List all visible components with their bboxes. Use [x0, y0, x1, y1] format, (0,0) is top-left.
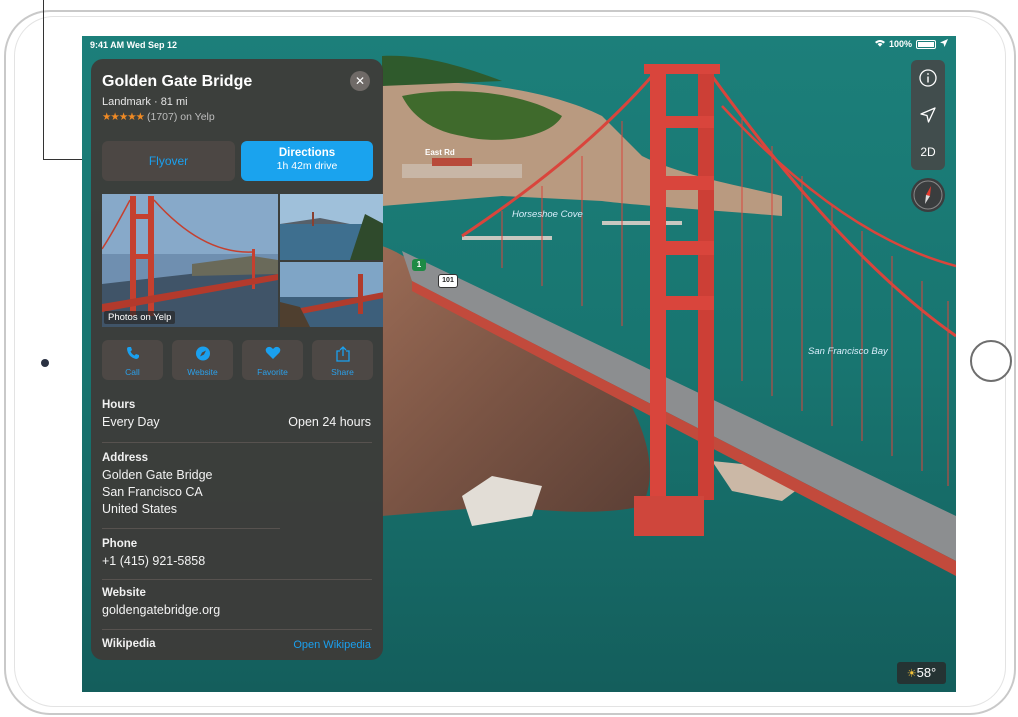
place-title: Golden Gate Bridge [102, 73, 253, 90]
dock [462, 236, 552, 240]
wifi-icon [874, 39, 885, 49]
buildings [402, 164, 522, 178]
directions-time: 1h 42m drive [276, 160, 338, 172]
rating-text[interactable]: (1707) on Yelp [147, 111, 215, 123]
call-label: Call [125, 367, 140, 377]
phone-icon [126, 347, 139, 359]
heart-icon [265, 346, 280, 359]
map-label-san-francisco-bay: San Francisco Bay [808, 346, 888, 357]
screen: East Rd Horseshoe Cove San Francisco Bay… [82, 36, 956, 692]
dock-2 [602, 221, 682, 225]
hours-value: Open 24 hours [288, 415, 371, 429]
photo-main[interactable] [102, 194, 278, 327]
close-icon: ✕ [354, 74, 366, 88]
map-controls: 2D [911, 60, 945, 170]
share-icon [335, 346, 350, 362]
hours-label: Hours [102, 399, 136, 411]
route-101-shield: 101 [438, 274, 458, 288]
rating-stars: ★★★★★ [102, 111, 145, 123]
photos-on-yelp-label: Photos on Yelp [104, 311, 176, 324]
view-2d-button[interactable]: 2D [911, 134, 945, 170]
website-label: Website [187, 367, 218, 377]
action-buttons: Call Website Favorite Share [102, 340, 375, 380]
photo-gallery[interactable]: Photos on Yelp [102, 194, 383, 327]
divider [102, 442, 372, 443]
status-right: 100% [874, 39, 948, 49]
address-line-3[interactable]: United States [102, 501, 177, 518]
phone-label: Phone [102, 538, 138, 550]
website-value[interactable]: goldengatebridge.org [102, 602, 220, 619]
favorite-label: Favorite [257, 367, 288, 377]
address-line-1[interactable]: Golden Gate Bridge [102, 467, 213, 484]
website-section-label: Website [102, 587, 146, 599]
photo-top-right[interactable] [280, 194, 383, 260]
tracking-button[interactable] [911, 97, 945, 133]
flyover-button[interactable]: Flyover [102, 141, 235, 181]
battery-percent: 100% [888, 39, 912, 49]
directions-label: Directions [278, 147, 336, 159]
divider [102, 528, 280, 529]
favorite-button[interactable]: Favorite [242, 340, 303, 380]
call-button[interactable]: Call [102, 340, 163, 380]
home-button[interactable] [970, 340, 1012, 382]
address-line-2[interactable]: San Francisco CA [102, 484, 203, 501]
address-label: Address [102, 452, 149, 464]
website-button[interactable]: Website [172, 340, 233, 380]
temperature: 58° [916, 665, 937, 680]
front-camera [41, 359, 49, 367]
battery-icon [916, 39, 936, 49]
compass-icon [195, 346, 210, 361]
map-label-east-rd: East Rd [425, 148, 455, 157]
share-label: Share [331, 367, 354, 377]
phone-value[interactable]: +1 (415) 921-5858 [102, 553, 205, 570]
partly-sunny-icon: ☀ [906, 668, 917, 680]
wikipedia-label: Wikipedia [102, 638, 156, 650]
place-subtitle: Landmark · 81 mi [102, 96, 188, 108]
compass-button[interactable] [911, 178, 945, 212]
info-icon [919, 69, 937, 87]
directions-button[interactable]: Directions 1h 42m drive [241, 141, 373, 181]
info-button[interactable] [911, 60, 945, 96]
weather-badge: ☀58° [897, 662, 946, 684]
hours-day: Every Day [102, 415, 160, 429]
status-bar: 9:41 AM Wed Sep 12 100% [82, 36, 956, 54]
photo-bottom-right[interactable] [280, 262, 383, 327]
divider [102, 629, 372, 630]
open-wikipedia-link[interactable]: Open Wikipedia [293, 639, 371, 651]
divider [102, 579, 372, 580]
building-roofs [432, 158, 472, 166]
map-label-horseshoe-cove: Horseshoe Cove [512, 209, 583, 220]
close-button[interactable]: ✕ [350, 71, 370, 91]
location-arrow-icon [920, 107, 936, 123]
location-services-icon [940, 39, 948, 49]
place-card: Golden Gate Bridge ✕ Landmark · 81 mi ★★… [91, 59, 383, 660]
status-time: 9:41 AM Wed Sep 12 [90, 40, 178, 50]
route-1-shield: 1 [412, 259, 426, 271]
compass-icon [913, 180, 943, 210]
callout-line-vertical [43, 0, 44, 160]
rating-row: ★★★★★ (1707) on Yelp [102, 111, 215, 123]
share-button[interactable]: Share [312, 340, 373, 380]
